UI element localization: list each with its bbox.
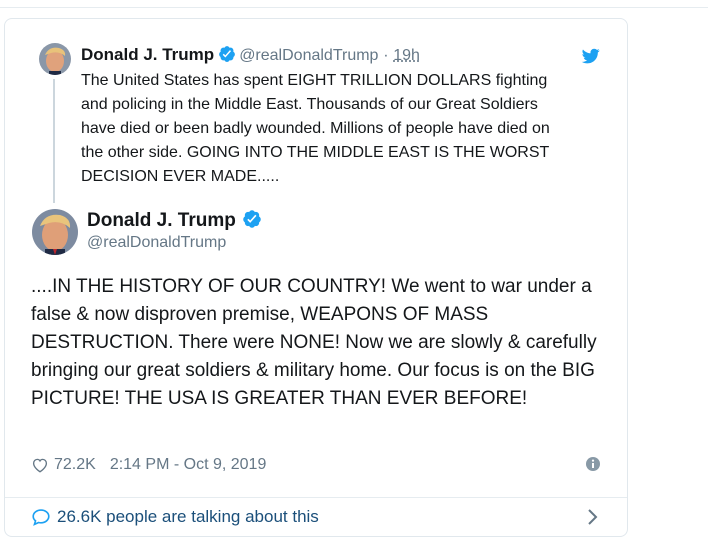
tweet-meta: 72.2K 2:14 PM - Oct 9, 2019: [31, 453, 266, 477]
top-divider: [0, 7, 708, 8]
tweet-text: ....IN THE HISTORY OF OUR COUNTRY! We we…: [31, 276, 597, 409]
heart-icon[interactable]: [31, 456, 49, 474]
like-count[interactable]: 72.2K: [54, 456, 96, 474]
author-name-row: Donald J. Trump: [87, 209, 265, 232]
parent-tweet-header: Donald J. Trump @realDonaldTrump · 19h: [81, 45, 603, 67]
parent-tweet-text: The United States has spent EIGHT TRILLI…: [81, 72, 550, 185]
tweet-timestamp[interactable]: 2:14 PM - Oct 9, 2019: [110, 456, 267, 474]
parent-timestamp[interactable]: 19h: [393, 47, 420, 64]
author-handle[interactable]: @realDonaldTrump: [87, 234, 226, 252]
embedded-tweet-card: Donald J. Trump @realDonaldTrump · 19h Th…: [4, 18, 628, 537]
verified-badge-icon: [219, 46, 236, 62]
chevron-right-icon[interactable]: [587, 508, 599, 526]
parent-avatar[interactable]: [39, 43, 71, 75]
info-icon[interactable]: [585, 456, 601, 472]
parent-author-name[interactable]: Donald J. Trump: [81, 45, 214, 64]
author-name[interactable]: Donald J. Trump: [87, 210, 236, 231]
separator-dot: ·: [383, 47, 389, 64]
twitter-bird-icon[interactable]: [581, 47, 601, 65]
conversation-link[interactable]: 26.6K people are talking about this: [31, 505, 319, 529]
verified-badge-icon: [243, 210, 261, 228]
talking-count-text[interactable]: 26.6K people are talking about this: [57, 507, 319, 527]
author-avatar[interactable]: [32, 209, 78, 255]
thread-connector-line: [53, 79, 55, 203]
card-divider: [5, 497, 627, 498]
parent-handle[interactable]: @realDonaldTrump: [239, 47, 378, 64]
speech-bubble-icon: [32, 509, 50, 526]
